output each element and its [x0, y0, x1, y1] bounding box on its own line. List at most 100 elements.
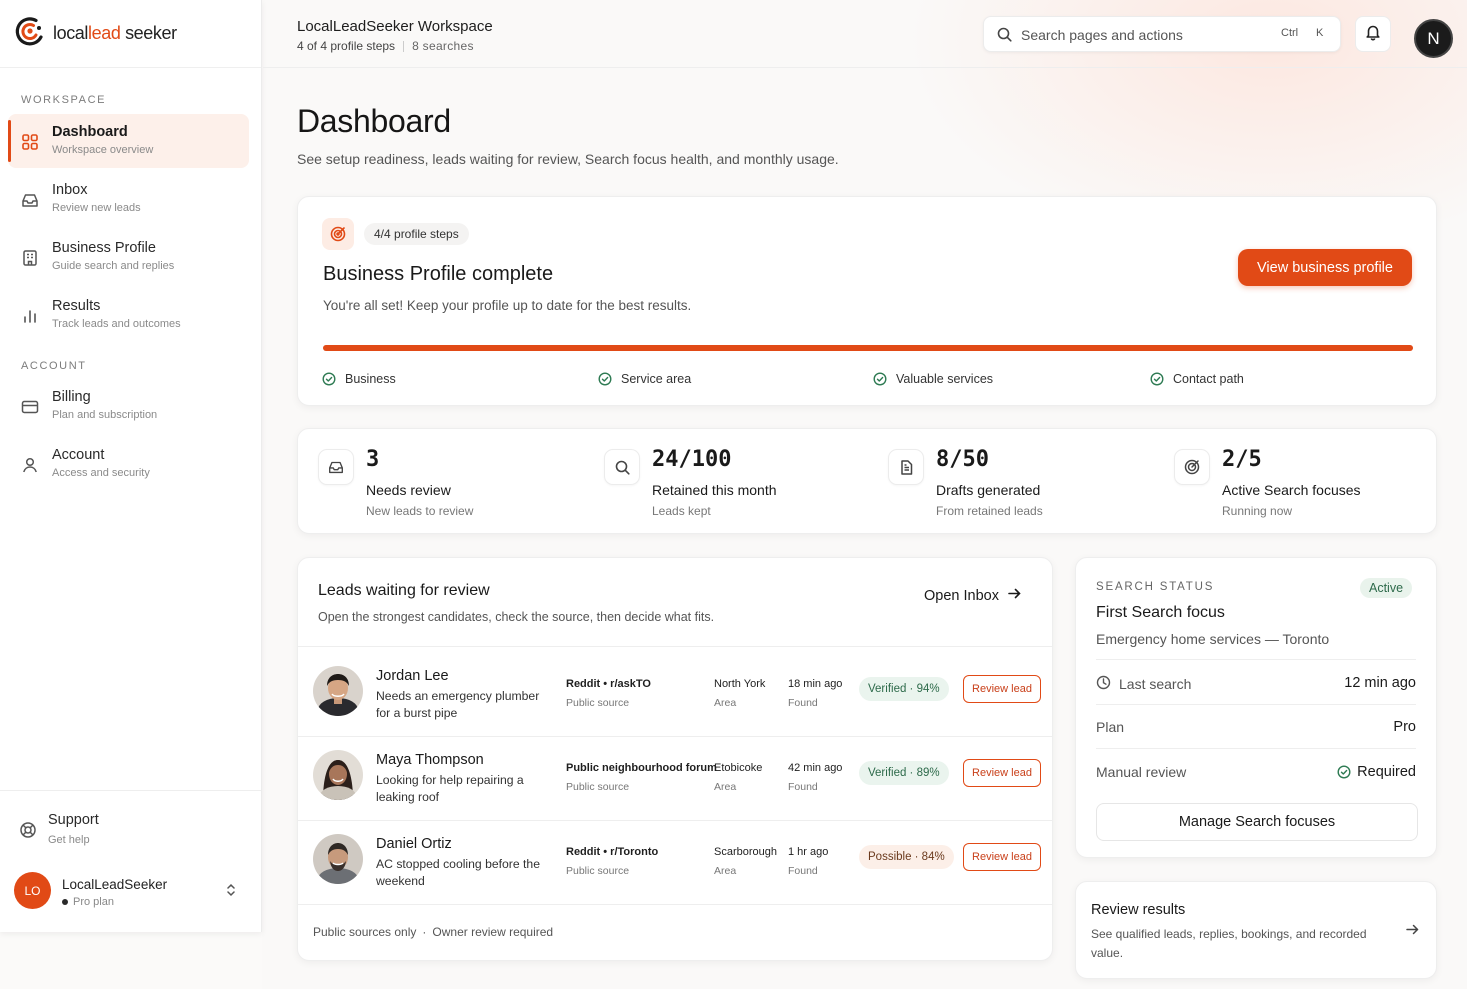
profile-steps-pill: 4/4 profile steps [364, 223, 469, 245]
search-status-card: SEARCH STATUS Active First Search focus … [1075, 557, 1437, 858]
support-sub: Get help [48, 834, 90, 846]
document-icon [888, 449, 924, 485]
profile-step: Valuable services [873, 372, 993, 386]
lead-name: Daniel Ortiz [376, 836, 452, 852]
manage-search-focuses-button[interactable]: Manage Search focuses [1096, 803, 1418, 841]
profile-step: Business [322, 372, 396, 386]
table-row: Jordan Lee Needs an emergency plumber fo… [298, 648, 1052, 732]
lead-area-label: Area [714, 865, 737, 877]
profile-subtitle: You're all set! Keep your profile up to … [323, 298, 692, 313]
user-menu[interactable]: LO LocalLeadSeeker Pro plan [14, 872, 249, 912]
page-title: Dashboard [297, 103, 451, 139]
lead-description: AC stopped cooling before the weekend [376, 857, 540, 888]
workspace-title: LocalLeadSeeker Workspace [297, 18, 493, 35]
stat-value: 2/5 [1222, 447, 1262, 472]
brand-name: locallead seeker [53, 23, 177, 43]
inbox-icon [20, 190, 40, 210]
view-business-profile-button[interactable]: View business profile [1238, 249, 1412, 286]
plan-value: Pro [1393, 719, 1416, 735]
lead-time: 42 min ago [788, 762, 843, 774]
search-icon [996, 26, 1013, 48]
stat-label: Retained this month [652, 482, 777, 498]
lifebuoy-icon [18, 820, 38, 845]
review-lead-button[interactable]: Review lead [963, 843, 1041, 871]
sidebar-item-results[interactable]: Results Track leads and outcomes [8, 288, 249, 342]
target-icon [322, 218, 354, 250]
last-search-value: 12 min ago [1344, 675, 1416, 691]
profile-avatar[interactable]: N [1414, 19, 1453, 58]
grid-icon [20, 132, 40, 152]
avatar [313, 750, 363, 800]
stat-sub: From retained leads [936, 504, 1043, 518]
workspace-section-label: WORKSPACE [21, 94, 107, 106]
lead-description: Needs an emergency plumber for a burst p… [376, 689, 540, 720]
shortcut-key: K [1316, 27, 1324, 39]
user-plan: Pro plan [62, 896, 114, 908]
lead-description: Looking for help repairing a leaking roo… [376, 773, 524, 804]
manual-review-value: Required [1357, 764, 1416, 780]
leads-review-card: Leads waiting for review Open the strong… [297, 557, 1053, 961]
search-input[interactable]: Search pages and actions Ctrl K [983, 16, 1341, 52]
sidebar-item-account[interactable]: Account Access and security [8, 437, 249, 491]
search-focus-title: First Search focus [1096, 604, 1225, 621]
lead-source: Reddit • r/Toronto [566, 846, 659, 858]
review-results-subtitle: See qualified leads, replies, bookings, … [1091, 927, 1367, 960]
stat-label: Drafts generated [936, 482, 1041, 498]
arrow-right-icon [1405, 922, 1420, 942]
check-circle-icon [1337, 765, 1351, 779]
check-circle-icon [598, 372, 612, 386]
sidebar: locallead seeker WORKSPACE Dashboard Work… [0, 0, 262, 932]
avatar [313, 666, 363, 716]
review-results-card[interactable]: Review results See qualified leads, repl… [1075, 881, 1437, 979]
profile-title: Business Profile complete [323, 263, 554, 285]
target-icon [1174, 449, 1210, 485]
sidebar-item-business-profile[interactable]: Business Profile Guide search and replies [8, 230, 249, 284]
table-row: Daniel Ortiz AC stopped cooling before t… [298, 816, 1052, 900]
lead-time: 1 hr ago [788, 846, 829, 858]
review-lead-button[interactable]: Review lead [963, 675, 1041, 703]
sidebar-item-billing[interactable]: Billing Plan and subscription [8, 379, 249, 433]
sidebar-item-label: Business Profile [52, 240, 156, 256]
search-icon [604, 449, 640, 485]
lead-source-label: Public source [566, 781, 630, 793]
notifications-button[interactable] [1355, 16, 1391, 52]
stat-value: 8/50 [936, 447, 989, 472]
lead-area: North York [714, 678, 766, 690]
stat-label: Active Search focuses [1222, 482, 1361, 498]
lead-source-label: Public source [566, 697, 630, 709]
user-icon [20, 455, 40, 475]
divider [298, 904, 1052, 905]
divider [1096, 704, 1416, 705]
sidebar-item-inbox[interactable]: Inbox Review new leads [8, 172, 249, 226]
stat-value: 24/100 [652, 447, 732, 472]
sidebar-item-label: Account [52, 447, 105, 463]
open-inbox-link[interactable]: Open Inbox [924, 586, 1022, 605]
bar-chart-icon [20, 306, 40, 326]
sidebar-item-sub: Guide search and replies [52, 260, 175, 272]
lead-source: Reddit • r/askTO [566, 678, 651, 690]
bell-icon [1364, 23, 1382, 46]
review-lead-button[interactable]: Review lead [963, 759, 1041, 787]
avatar: LO [14, 872, 51, 909]
leads-title: Leads waiting for review [318, 582, 490, 599]
sidebar-item-dashboard[interactable]: Dashboard Workspace overview [8, 114, 249, 168]
top-bar: LocalLeadSeeker Workspace 4 of 4 profile… [263, 0, 1467, 68]
user-name: LocalLeadSeeker [62, 877, 168, 892]
status-dot-icon [62, 899, 68, 905]
logo[interactable]: locallead seeker [0, 0, 261, 68]
divider [1096, 748, 1416, 749]
lead-time: 18 min ago [788, 678, 843, 690]
sidebar-item-label: Billing [52, 389, 91, 405]
check-circle-icon [322, 372, 336, 386]
logo-mark-icon [14, 15, 46, 52]
lead-source-label: Public source [566, 865, 630, 877]
plan-label: Plan [1096, 719, 1125, 735]
status-badge: Active [1360, 578, 1413, 598]
status-badge: Verified · 94% [859, 677, 949, 701]
plan-row: Plan Pro [1096, 719, 1416, 763]
review-results-title: Review results [1091, 902, 1186, 918]
lead-area-label: Area [714, 781, 737, 793]
sidebar-item-sub: Plan and subscription [52, 409, 158, 421]
status-badge: Verified · 89% [859, 761, 949, 785]
status-badge: Possible · 84% [859, 845, 954, 869]
